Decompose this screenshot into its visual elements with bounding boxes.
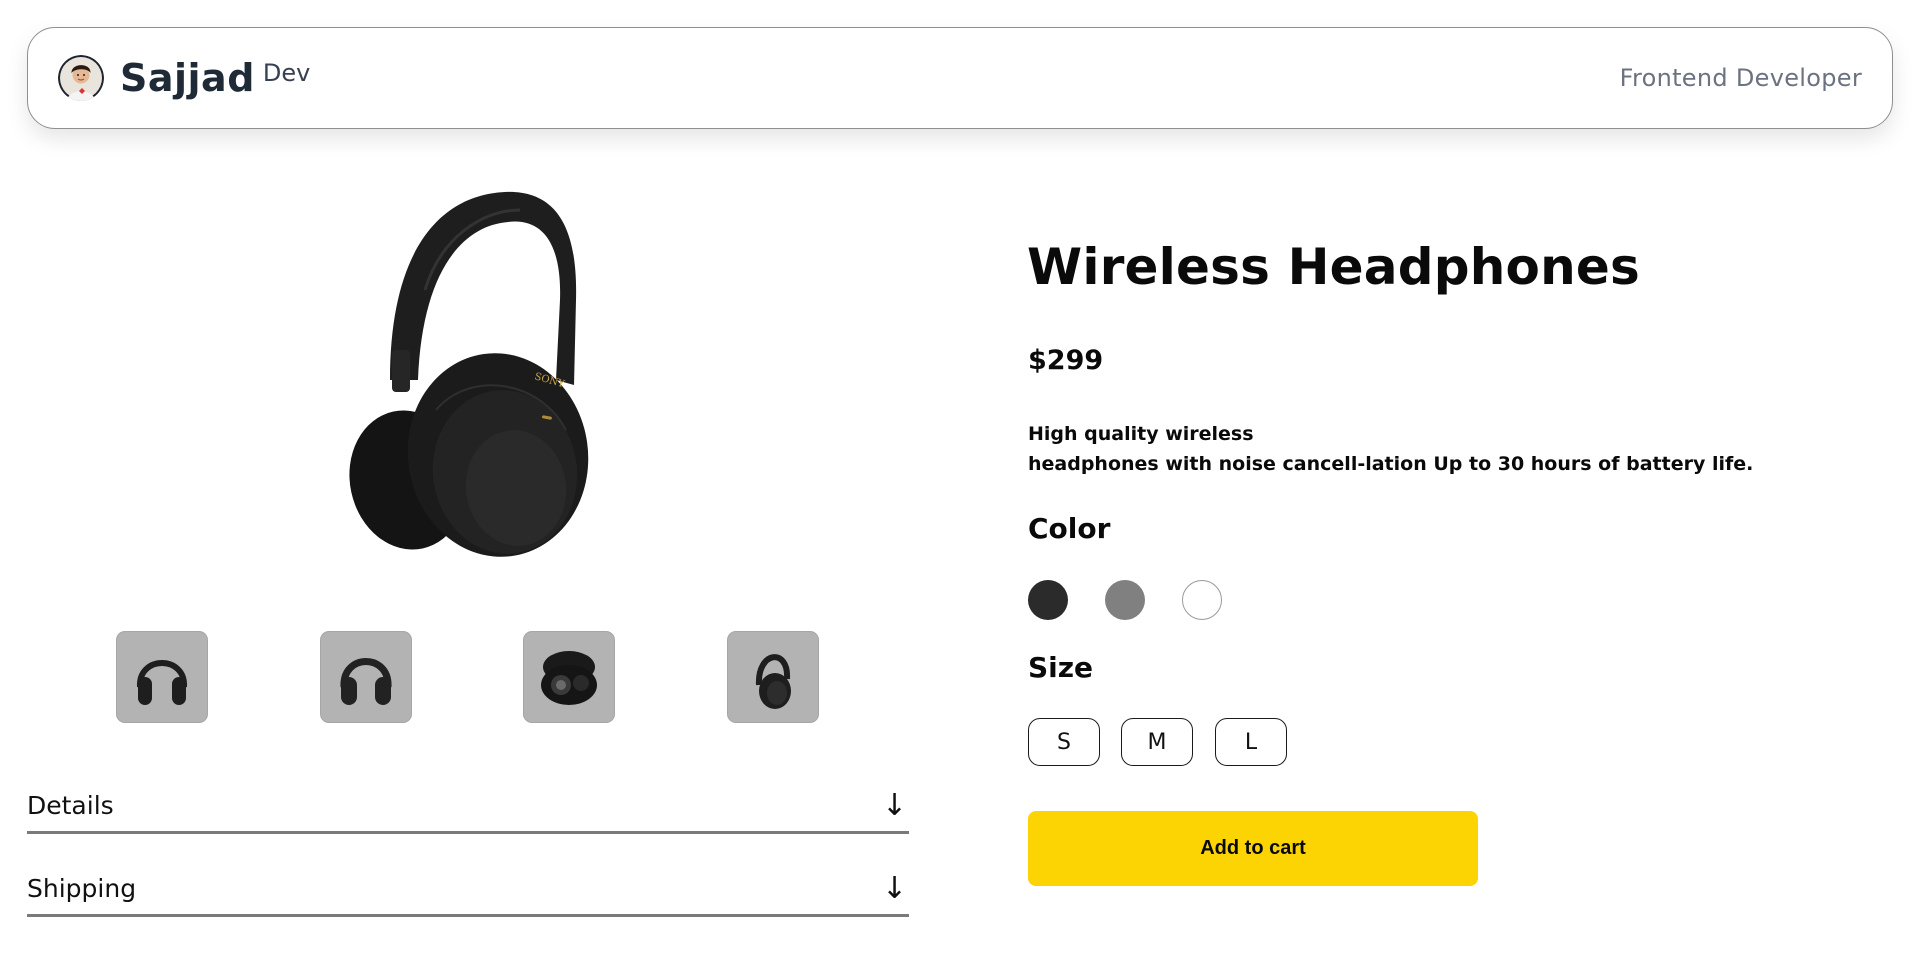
- brand-suffix: Dev: [262, 59, 311, 87]
- thumbnail-4[interactable]: [727, 631, 819, 723]
- headphones-side-icon: [755, 654, 791, 709]
- brand[interactable]: Sajjad Dev: [58, 55, 310, 101]
- details-accordion[interactable]: Details ↓: [27, 776, 909, 834]
- headphones-front-icon: [340, 658, 392, 705]
- thumbnail-3[interactable]: [523, 631, 615, 723]
- color-swatch-white[interactable]: [1182, 580, 1222, 620]
- arrow-down-icon: ↓: [881, 788, 907, 823]
- product-description: High quality wireless headphones with no…: [1028, 419, 1753, 479]
- size-label: Size: [1028, 651, 1094, 684]
- color-swatch-gray[interactable]: [1105, 580, 1145, 620]
- description-line-2: headphones with noise cancell-lation Up …: [1028, 453, 1754, 475]
- brand-name: Sajjad: [120, 56, 255, 100]
- shipping-label: Shipping: [27, 874, 137, 903]
- site-header: Sajjad Dev Frontend Developer: [27, 27, 1893, 129]
- product-price: $299: [1028, 345, 1104, 376]
- role-text: Frontend Developer: [1619, 64, 1862, 92]
- description-line-1: High quality wireless: [1028, 423, 1254, 445]
- thumbnail-1[interactable]: [116, 631, 208, 723]
- size-button-m[interactable]: M: [1121, 718, 1193, 766]
- thumbnail-2[interactable]: [320, 631, 412, 723]
- product-title: Wireless Headphones: [1027, 238, 1640, 296]
- size-button-l[interactable]: L: [1215, 718, 1287, 766]
- product-main-image: SONY: [349, 191, 589, 557]
- size-button-s[interactable]: S: [1028, 718, 1100, 766]
- arrow-down-icon: ↓: [881, 871, 907, 906]
- avatar: [58, 55, 104, 101]
- thumbnail-strip: [116, 631, 820, 723]
- headphones-case-icon: [541, 651, 597, 705]
- add-to-cart-button[interactable]: Add to cart: [1028, 811, 1478, 886]
- details-label: Details: [27, 791, 114, 820]
- color-label: Color: [1028, 512, 1111, 545]
- headphones-front-icon: [136, 660, 188, 705]
- shipping-accordion[interactable]: Shipping ↓: [27, 859, 909, 917]
- color-swatch-dark[interactable]: [1028, 580, 1068, 620]
